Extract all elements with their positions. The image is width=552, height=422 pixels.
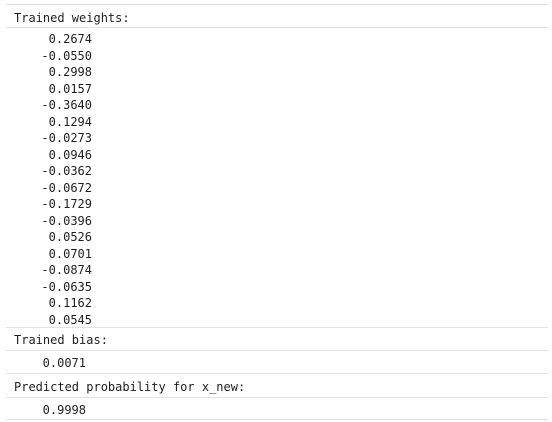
weights-list[interactable]: 0.2674 -0.0550 0.2998 0.0157 -0.3640 0.1294 -0… [6, 31, 548, 325]
weight-value: -0.0362 [41, 164, 92, 178]
bias-value: 0.0071 [42, 356, 86, 370]
divider [6, 4, 548, 5]
divider [6, 397, 548, 398]
divider [6, 350, 548, 351]
notebook-output-area: Trained weights: 0.2674 -0.0550 0.2998 0.01… [0, 0, 552, 422]
weight-value: -0.0672 [41, 180, 92, 195]
weight-value: -0.0273 [41, 131, 92, 145]
weight-value: -0.1729 [41, 197, 92, 211]
divider [6, 327, 548, 328]
divider [6, 373, 548, 374]
weight-value: -0.0635 [41, 279, 92, 294]
weight-value: -0.3640 [41, 98, 92, 112]
divider [6, 419, 548, 420]
weight-value: 0.0545 [48, 312, 92, 326]
weight-value: 0.0157 [48, 81, 92, 96]
weight-value: 0.2998 [48, 65, 92, 79]
prediction-header: Predicted probability for x_new: [14, 380, 246, 394]
bias-header: Trained bias: [14, 333, 108, 347]
weight-value: 0.1162 [48, 296, 92, 310]
weight-value: 0.0526 [48, 230, 92, 244]
weights-header: Trained weights: [14, 11, 130, 25]
weight-value: 0.0946 [48, 147, 92, 162]
weight-value: -0.0874 [41, 263, 92, 277]
weight-value: -0.0396 [41, 213, 92, 228]
weight-value: -0.0550 [41, 48, 92, 63]
weight-value: 0.1294 [48, 114, 92, 129]
weight-value: 0.2674 [48, 32, 92, 46]
weight-value: 0.0701 [48, 246, 92, 261]
prediction-value: 0.9998 [42, 403, 86, 417]
divider [6, 27, 548, 28]
